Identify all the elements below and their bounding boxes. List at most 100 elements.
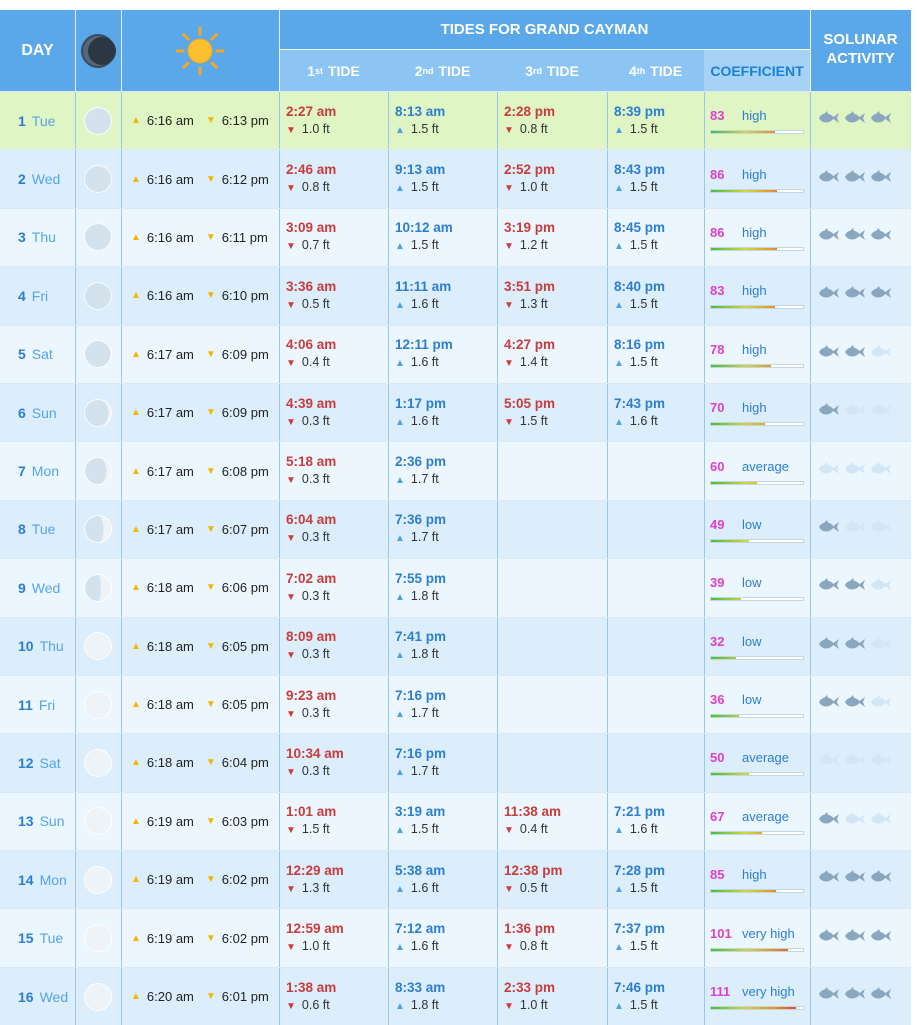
coefficient-bar-fill [711,247,777,250]
table-row: 7 Mon ▲ 6:17 am ▼ 6:08 pm 5:18 am ▼ 0.3 ft 2:36 p… [0,441,911,500]
tide-time: 8:33 am [395,979,446,995]
low-tide-arrow-icon: ▼ [286,183,296,195]
sunrise-time: 6:16 am [146,113,194,129]
moon-phase-icon [84,281,112,310]
tide-height-value: 1.6 [410,296,429,311]
moon-phase-cell [75,909,121,966]
tide-unit: ft [431,530,439,545]
tide-height-value: 1.0 [519,997,538,1012]
table-row: 13 Sun ▲ 6:19 am ▼ 6:03 pm 1:01 am ▼ 1.5 ft 3:19 … [0,791,911,851]
coefficient-bar-fill [711,831,763,834]
tide-height-value: 0.8 [301,180,320,195]
low-tide-arrow-icon: ▼ [504,241,514,253]
tide-unit: ft [431,238,439,253]
sunrise-icon: ▲ [131,874,141,886]
solunar-cell [810,209,911,266]
table-row: 6 Sun ▲ 6:17 am ▼ 6:09 pm 4:39 am ▼ 0.3 ft 1:17 p… [0,382,911,442]
high-tide-arrow-icon: ▲ [614,241,624,253]
solunar-cell [810,442,911,499]
sunrise-icon: ▲ [131,640,141,652]
tide-height: ▲ 1.5 ft [614,880,704,898]
high-tide-arrow-icon: ▲ [395,475,405,487]
tide-height: ▲ 1.8 ft [395,588,497,606]
high-tide-arrow-icon: ▲ [614,299,624,311]
coefficient-cell: 70 high [704,384,810,441]
day-number: 6 [18,404,26,421]
moon-phase-icon [84,223,112,252]
coefficient-text: 111 very high [710,983,804,1001]
coefficient-text: 39 low [710,574,804,592]
fish-inactive-icon [868,519,892,539]
tide-height: ▼ 0.3 ft [286,646,388,664]
fish-active-icon [868,111,892,130]
day-cell: 5 Sat [0,326,75,383]
tide-height: ▲ 1.6 ft [395,938,497,956]
tide-3-header: 3rd TIDE [497,49,607,91]
sun-cell: ▲ 6:18 am ▼ 6:06 pm [121,559,279,616]
solunar-cell [810,676,911,733]
fish-active-icon [816,928,840,948]
moon-icon [81,33,116,68]
moon-phase-icon [84,573,112,602]
sunrise-icon: ▲ [131,991,141,1003]
tide-3-cell [497,676,607,733]
moon-phase-cell [75,501,121,558]
tide-height: ▲ 1.6 ft [395,354,497,372]
coefficient-text: 86 high [710,224,804,242]
sunset-time: 6:09 pm [221,405,269,421]
tide-table: DAY TIDES FOR GRAND CAYMAN 1st TIDE 2 nd… [0,10,911,1025]
fish-active-icon [842,987,866,1006]
fish-active-icon [842,286,866,305]
tide-time: 12:38 pm [504,862,563,878]
tide-unit: ft [322,997,330,1012]
tide-2-cell: 7:12 am ▲ 1.6 ft [388,909,497,966]
day-number: 3 [18,229,26,246]
day-cell: 12 Sat [0,734,75,791]
fish-inactive-icon [816,753,840,772]
tide-3-cell [497,559,607,616]
tide-time: 10:34 am [286,745,344,761]
tide-height: ▲ 1.6 ft [395,296,497,314]
tide-2-cell: 7:41 pm ▲ 1.8 ft [388,618,497,675]
tide-2-cell: 1:17 pm ▲ 1.6 ft [388,384,497,441]
tide-unit: ft [322,647,330,662]
coefficient-bar-fill [711,131,775,134]
sunrise-time: 6:17 am [146,463,194,479]
low-tide-arrow-icon: ▼ [286,299,296,311]
tide-1-cell: 1:38 am ▼ 0.6 ft [279,968,388,1025]
tide-height-value: 1.5 [410,238,429,253]
moon-phase-cell [75,618,121,675]
tide-unit: ft [322,296,330,311]
tide-unit: ft [322,180,330,195]
tide-height: ▲ 1.7 ft [395,763,497,781]
tide-height: ▼ 0.3 ft [286,529,388,547]
moon-phase-icon [84,632,112,661]
coefficient-level: high [742,166,767,182]
fish-inactive-icon [868,695,892,714]
tide-2-cell: 9:13 am ▲ 1.5 ft [388,150,497,207]
moon-phase-cell [75,209,121,266]
tide-1-cell: 6:04 am ▼ 0.3 ft [279,501,388,558]
table-row: 1 Tue ▲ 6:16 am ▼ 6:13 pm 2:27 am ▼ 1.0 ft 8:13 a… [0,91,911,150]
sunrise-icon: ▲ [131,757,141,769]
high-tide-arrow-icon: ▲ [395,299,405,311]
solunar-cell [810,909,911,966]
fish-active-icon [842,578,866,597]
coefficient-text: 86 high [710,166,804,184]
tide-1-cell: 5:18 am ▼ 0.3 ft [279,442,388,499]
fish-active-icon [816,811,840,831]
tide-time: 8:13 am [395,103,446,119]
high-tide-arrow-icon: ▲ [614,942,624,954]
fish-active-icon [816,344,840,364]
sunset-time: 6:09 pm [221,346,269,362]
tide-time: 8:09 am [286,629,337,645]
sunset-icon: ▼ [205,757,216,769]
weekday: Wed [39,988,69,1005]
sunset-icon: ▼ [205,874,216,886]
tide-time: 7:16 pm [395,687,447,703]
tide-3-cell: 1:36 pm ▼ 0.8 ft [497,909,607,966]
tide-4-cell: 7:37 pm ▲ 1.5 ft [607,909,704,966]
coefficient-bar [710,597,804,602]
tide-time: 9:13 am [395,162,446,178]
tide-time: 3:19 pm [504,220,556,236]
